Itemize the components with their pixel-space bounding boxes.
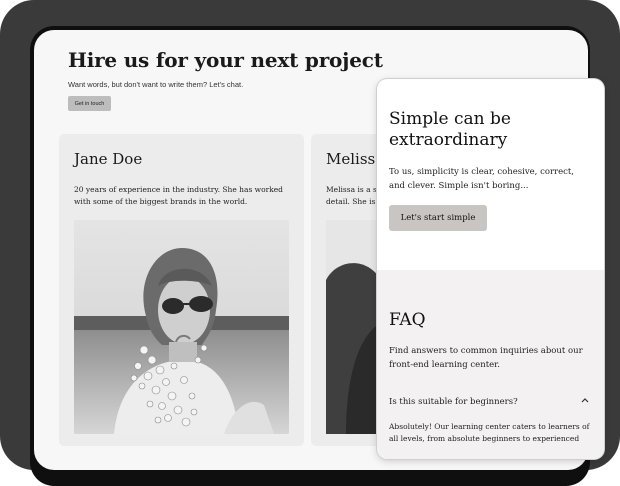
- faq-question[interactable]: Is this suitable for beginners?: [389, 397, 518, 407]
- team-member-name: Melissa: [326, 150, 385, 168]
- team-member-name: Jane Doe: [74, 150, 143, 168]
- mobile-preview-panel: Simple can be extraordinary To us, simpl…: [377, 79, 604, 459]
- faq-section: FAQ Find answers to common inquiries abo…: [377, 270, 604, 459]
- hero-title: Hire us for your next project: [68, 48, 383, 72]
- get-in-touch-button[interactable]: Get in touch: [68, 96, 111, 111]
- frame: Hire us for your next project Want words…: [0, 0, 620, 486]
- faq-answer: Absolutely! Our learning center caters t…: [389, 422, 590, 443]
- hero-subtitle: Want words, but don't want to write them…: [68, 80, 244, 89]
- promo-title: Simple can be extraordinary: [389, 109, 511, 150]
- faq-subtitle: Find answers to common inquiries about o…: [389, 346, 583, 370]
- promo-text: To us, simplicity is clear, cohesive, co…: [389, 167, 574, 191]
- team-card-jane: Jane Doe 20 years of experience in the i…: [59, 134, 304, 446]
- chevron-up-icon[interactable]: [581, 396, 589, 406]
- team-member-bio: 20 years of experience in the industry. …: [74, 185, 283, 206]
- faq-title: FAQ: [389, 310, 426, 330]
- start-simple-button[interactable]: Let's start simple: [389, 205, 487, 231]
- team-member-photo: [74, 220, 289, 434]
